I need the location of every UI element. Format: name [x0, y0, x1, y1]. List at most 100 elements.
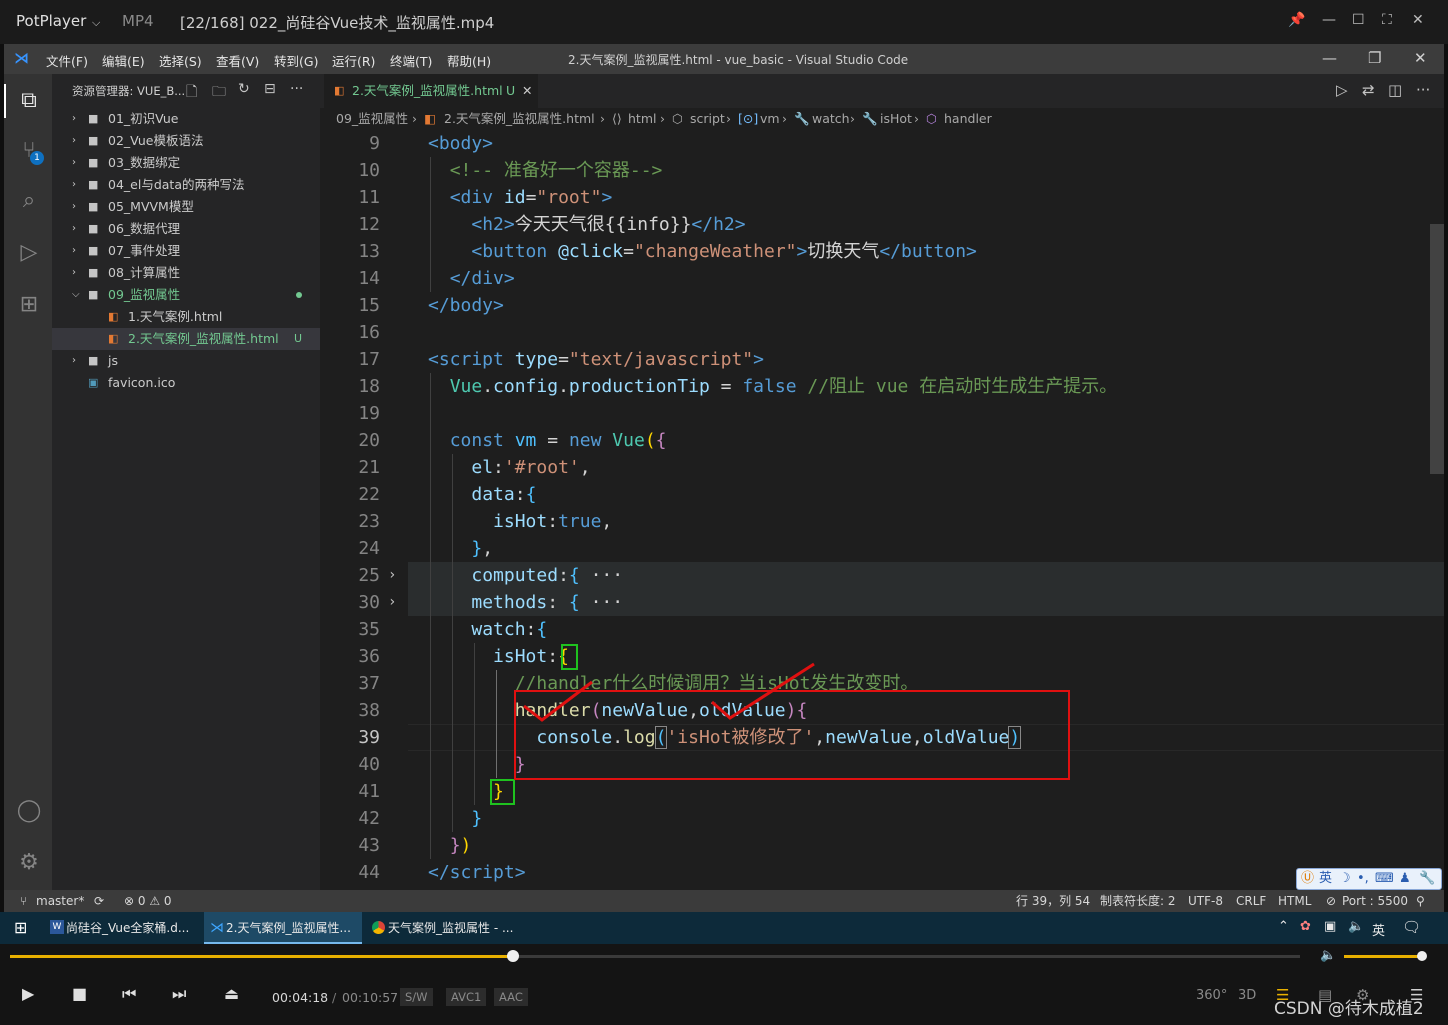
tree-item[interactable]: ◧ 2.天气案例_监视属性.html U [52, 328, 320, 350]
sync-icon[interactable]: ⟳ [94, 890, 104, 912]
tree-item[interactable]: ⌵ ■ 09_监视属性 [52, 284, 320, 306]
breadcrumb-html[interactable]: html [628, 108, 656, 130]
player-menu-chevron-icon[interactable]: ⌵ [92, 16, 100, 30]
line-ending[interactable]: CRLF [1236, 890, 1266, 912]
chevron-right-icon[interactable]: › [72, 174, 76, 196]
volume-icon[interactable]: 🔈 [1320, 948, 1336, 963]
split-editor-icon[interactable]: ◫ [1388, 81, 1402, 99]
3d-button[interactable]: 3D [1238, 988, 1256, 1003]
ime-user-icon[interactable]: ♟ [1399, 869, 1411, 889]
settings-gear-icon[interactable]: ⚙ [16, 850, 42, 876]
tray-ime-lang[interactable]: 英 [1372, 920, 1385, 939]
minimize-icon[interactable]: — [1322, 12, 1336, 28]
tree-item[interactable]: › ■ 07_事件处理 [52, 240, 320, 262]
chevron-right-icon[interactable]: › [72, 240, 76, 262]
extensions-icon[interactable]: ⊞ [16, 292, 42, 318]
breadcrumb-file[interactable]: 2.天气案例_监视属性.html [444, 108, 595, 130]
tray-network-icon[interactable]: ▣ [1324, 919, 1336, 934]
cursor-position[interactable]: 行 39，列 54 [1016, 890, 1090, 912]
collapse-all-icon[interactable]: ⊟ [264, 81, 276, 97]
chevron-right-icon[interactable]: › [72, 130, 76, 152]
problems-indicator[interactable]: ⊗ 0 ⚠ 0 [124, 890, 172, 912]
chevron-right-icon[interactable]: › [72, 108, 76, 130]
ime-punct-icon[interactable]: •, [1357, 869, 1369, 889]
taskbar-item-vscode[interactable]: ⋊ 2.天气案例_监视属性... [204, 912, 362, 944]
tree-item[interactable]: › ■ 02_Vue模板语法 [52, 130, 320, 152]
compare-changes-icon[interactable]: ⇄ [1362, 81, 1375, 99]
new-file-icon[interactable]: 🗋 [186, 81, 197, 105]
tree-item[interactable]: › ■ 06_数据代理 [52, 218, 320, 240]
menu-file[interactable]: 文件(F) [46, 51, 88, 70]
chip-audio[interactable]: AAC [494, 988, 528, 1006]
new-folder-icon[interactable]: 🗀 [212, 81, 226, 105]
chip-codec[interactable]: AVC1 [446, 988, 487, 1006]
explorer-icon[interactable]: ⧉ [16, 88, 42, 114]
refresh-icon[interactable]: ↻ [238, 81, 250, 97]
seek-handle[interactable] [507, 950, 520, 962]
breadcrumb-folder[interactable]: 09_监视属性 [336, 108, 408, 130]
ime-keyboard-icon[interactable]: ⌨ [1375, 869, 1394, 889]
tree-item[interactable]: › ■ 01_初识Vue [52, 108, 320, 130]
tab-size[interactable]: 制表符长度: 2 [1100, 890, 1176, 912]
vscode-close-icon[interactable]: ✕ [1414, 49, 1427, 67]
vr-360-button[interactable]: 360° [1196, 988, 1227, 1003]
player-app-name[interactable]: PotPlayer [16, 12, 86, 30]
volume-handle[interactable] [1416, 951, 1427, 961]
run-file-icon[interactable]: ▷ [1336, 81, 1348, 99]
tray-app-icon[interactable]: ✿ [1300, 919, 1311, 934]
ime-tools-icon[interactable]: 🔧 [1419, 869, 1435, 889]
taskbar-item-chrome[interactable]: 天气案例_监视属性 - ... [366, 912, 524, 944]
tab-close-icon[interactable]: ✕ [522, 74, 532, 108]
chevron-right-icon[interactable]: › [72, 350, 76, 372]
more-actions-icon[interactable]: ··· [290, 81, 303, 97]
ime-lang[interactable]: 英 [1319, 869, 1332, 889]
chip-sw[interactable]: S/W [400, 988, 433, 1006]
pin-icon[interactable]: 📌 [1288, 12, 1305, 28]
vscode-minimize-icon[interactable]: — [1322, 49, 1337, 67]
breadcrumb-watch[interactable]: watch [812, 108, 850, 130]
tree-item[interactable]: ◧ 1.天气案例.html [52, 306, 320, 328]
maximize-icon[interactable]: ☐ [1352, 12, 1365, 28]
menu-terminal[interactable]: 终端(T) [390, 51, 432, 70]
next-icon[interactable]: ⏭ [172, 984, 186, 1004]
seek-bar[interactable] [10, 950, 1300, 962]
menu-help[interactable]: 帮助(H) [447, 51, 491, 70]
tab-active-file[interactable]: ◧ 2.天气案例_监视属性.html U ✕ [324, 74, 538, 108]
chevron-right-icon[interactable]: › [72, 152, 76, 174]
tree-item[interactable]: › ■ 05_MVVM模型 [52, 196, 320, 218]
menu-view[interactable]: 查看(V) [216, 51, 259, 70]
menu-go[interactable]: 转到(G) [274, 51, 318, 70]
breadcrumb-script[interactable]: script [690, 108, 725, 130]
search-icon[interactable]: ⌕ [16, 188, 42, 214]
menu-selection[interactable]: 选择(S) [159, 51, 202, 70]
fullscreen-icon[interactable]: ⛶ [1382, 12, 1392, 28]
taskbar-item-word[interactable]: W 尚硅谷_Vue全家桶.d... [44, 912, 200, 944]
chevron-right-icon[interactable]: › [72, 218, 76, 240]
menu-edit[interactable]: 编辑(E) [102, 51, 145, 70]
windows-start-icon[interactable]: ⊞ [14, 918, 27, 937]
live-server-port[interactable]: Port : 5500 [1342, 890, 1408, 912]
eject-icon[interactable]: ⏏ [224, 984, 239, 1003]
chevron-right-icon[interactable]: › [72, 262, 76, 284]
tray-chevron-up-icon[interactable]: ⌃ [1278, 919, 1289, 934]
ime-toolbar[interactable]: Ⓤ 英 ☽ •, ⌨ ♟ 🔧 [1296, 868, 1442, 890]
git-branch[interactable]: master* [36, 890, 84, 912]
stop-icon[interactable]: ■ [72, 984, 87, 1003]
language-mode[interactable]: HTML [1278, 890, 1311, 912]
tree-item[interactable]: › ■ js [52, 350, 320, 372]
breadcrumb-handler[interactable]: handler [944, 108, 992, 130]
play-icon[interactable]: ▶ [22, 984, 34, 1003]
notification-icon[interactable]: 🗨 [1402, 918, 1421, 936]
tree-item[interactable]: › ■ 03_数据绑定 [52, 152, 320, 174]
chevron-right-icon[interactable]: › [72, 196, 76, 218]
tree-item[interactable]: › ■ 08_计算属性 [52, 262, 320, 284]
tree-item[interactable]: ▣ favicon.ico [52, 372, 320, 394]
account-icon[interactable]: ◯ [16, 798, 42, 824]
editor-more-icon[interactable]: ··· [1416, 81, 1430, 99]
ime-moon-icon[interactable]: ☽ [1339, 869, 1351, 889]
previous-icon[interactable]: ⏮ [122, 984, 136, 1004]
tree-item[interactable]: › ■ 04_el与data的两种写法 [52, 174, 320, 196]
editor-scrollbar-thumb[interactable] [1430, 224, 1444, 474]
chevron-down-icon[interactable]: ⌵ [72, 284, 80, 306]
vscode-restore-icon[interactable]: ❐ [1368, 49, 1381, 67]
